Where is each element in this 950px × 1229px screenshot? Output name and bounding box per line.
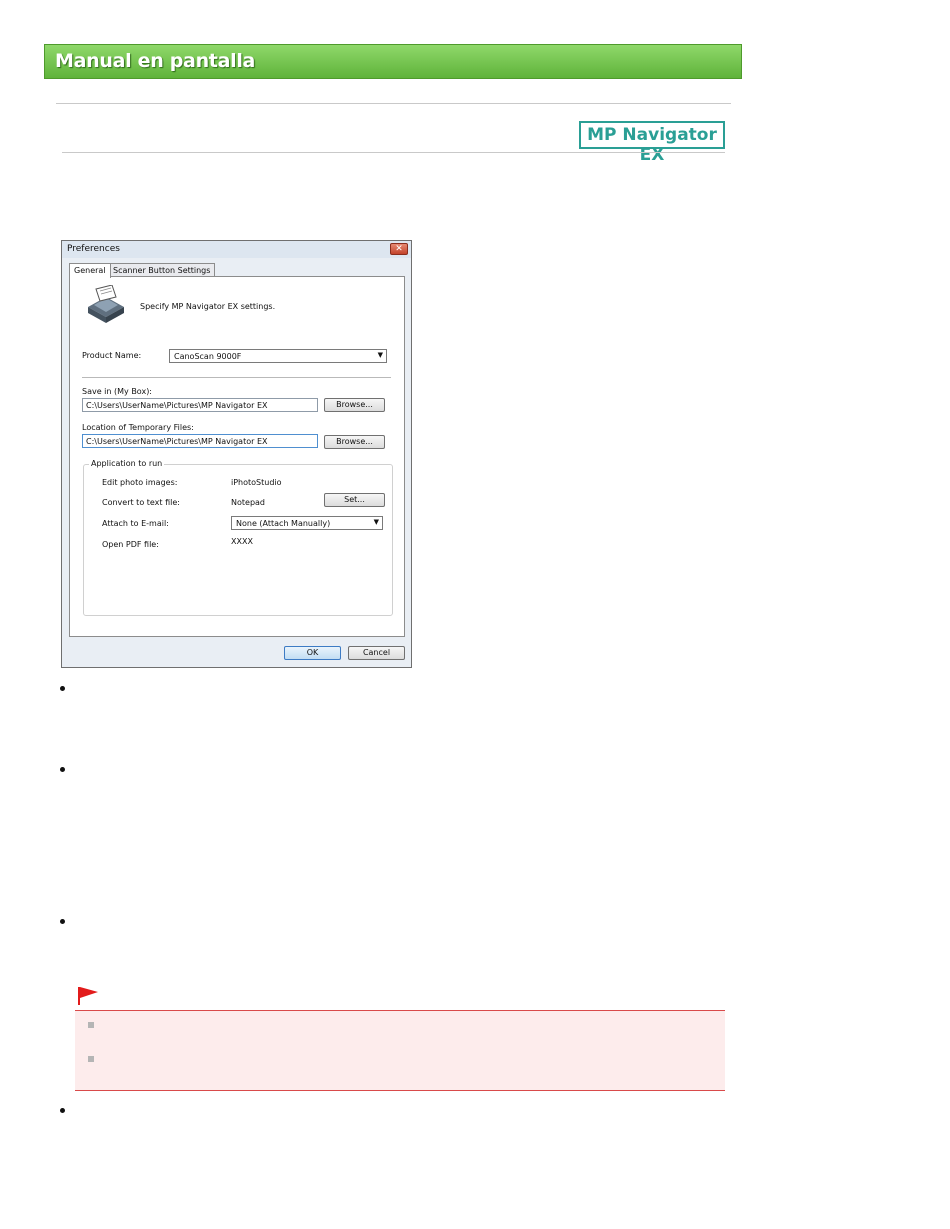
dialog-titlebar: Preferences ✕: [62, 241, 411, 258]
important-note-box: [75, 1010, 725, 1091]
temp-location-browse-button[interactable]: Browse...: [324, 435, 385, 449]
edit-photo-label: Edit photo images:: [102, 478, 178, 487]
attach-email-select[interactable]: None (Attach Manually) ▼: [231, 516, 383, 530]
general-panel: Specify MP Navigator EX settings. Produc…: [69, 276, 405, 637]
list-bullet: [60, 919, 65, 924]
chevron-down-icon: ▼: [373, 518, 379, 526]
attach-email-label: Attach to E-mail:: [102, 519, 169, 528]
close-button[interactable]: ✕: [390, 243, 408, 255]
product-name-label: Product Name:: [82, 351, 142, 360]
convert-text-value: Notepad: [231, 498, 265, 507]
list-bullet: [60, 767, 65, 772]
product-badge: MP Navigator EX: [579, 121, 725, 165]
top-rule: [56, 103, 731, 104]
application-group: Application to run Edit photo images: iP…: [83, 459, 393, 616]
preferences-dialog: Preferences ✕ General Scanner Button Set…: [61, 240, 412, 668]
section-divider: [82, 377, 391, 378]
manual-banner: Manual en pantalla: [44, 44, 742, 79]
note-bullet: [88, 1056, 94, 1062]
intro-text: Specify MP Navigator EX settings.: [140, 302, 276, 311]
tab-scanner-button-settings[interactable]: Scanner Button Settings: [108, 263, 216, 277]
convert-text-set-button[interactable]: Set...: [324, 493, 385, 507]
convert-text-label: Convert to text file:: [102, 498, 180, 507]
save-in-field[interactable]: C:\Users\UserName\Pictures\MP Navigator …: [82, 398, 318, 412]
open-pdf-label: Open PDF file:: [102, 540, 159, 549]
close-icon: ✕: [395, 244, 403, 254]
ok-button[interactable]: OK: [284, 646, 341, 660]
note-bullet: [88, 1022, 94, 1028]
attach-email-value: None (Attach Manually): [236, 519, 331, 528]
product-name-value: CanoScan 9000F: [174, 352, 242, 361]
product-badge-label: MP Navigator EX: [587, 125, 717, 165]
dialog-title: Preferences: [67, 244, 120, 254]
application-group-label: Application to run: [89, 459, 165, 468]
save-in-browse-button[interactable]: Browse...: [324, 398, 385, 412]
important-flag-icon: [78, 987, 98, 1005]
header-rule: [62, 152, 725, 153]
save-in-value: C:\Users\UserName\Pictures\MP Navigator …: [86, 401, 268, 410]
open-pdf-value: XXXX: [231, 537, 253, 546]
chevron-down-icon: ▼: [377, 351, 383, 359]
tab-general[interactable]: General: [69, 263, 111, 278]
temp-location-label: Location of Temporary Files:: [82, 423, 194, 432]
banner-title: Manual en pantalla: [55, 50, 256, 72]
product-name-select[interactable]: CanoScan 9000F ▼: [169, 349, 387, 363]
temp-location-value: C:\Users\UserName\Pictures\MP Navigator …: [86, 437, 268, 446]
cancel-button[interactable]: Cancel: [348, 646, 405, 660]
list-bullet: [60, 686, 65, 691]
temp-location-field[interactable]: C:\Users\UserName\Pictures\MP Navigator …: [82, 434, 318, 448]
scanner-icon: [88, 285, 124, 323]
save-in-label: Save in (My Box):: [82, 387, 153, 396]
edit-photo-value: iPhotoStudio: [231, 478, 282, 487]
list-bullet: [60, 1108, 65, 1113]
